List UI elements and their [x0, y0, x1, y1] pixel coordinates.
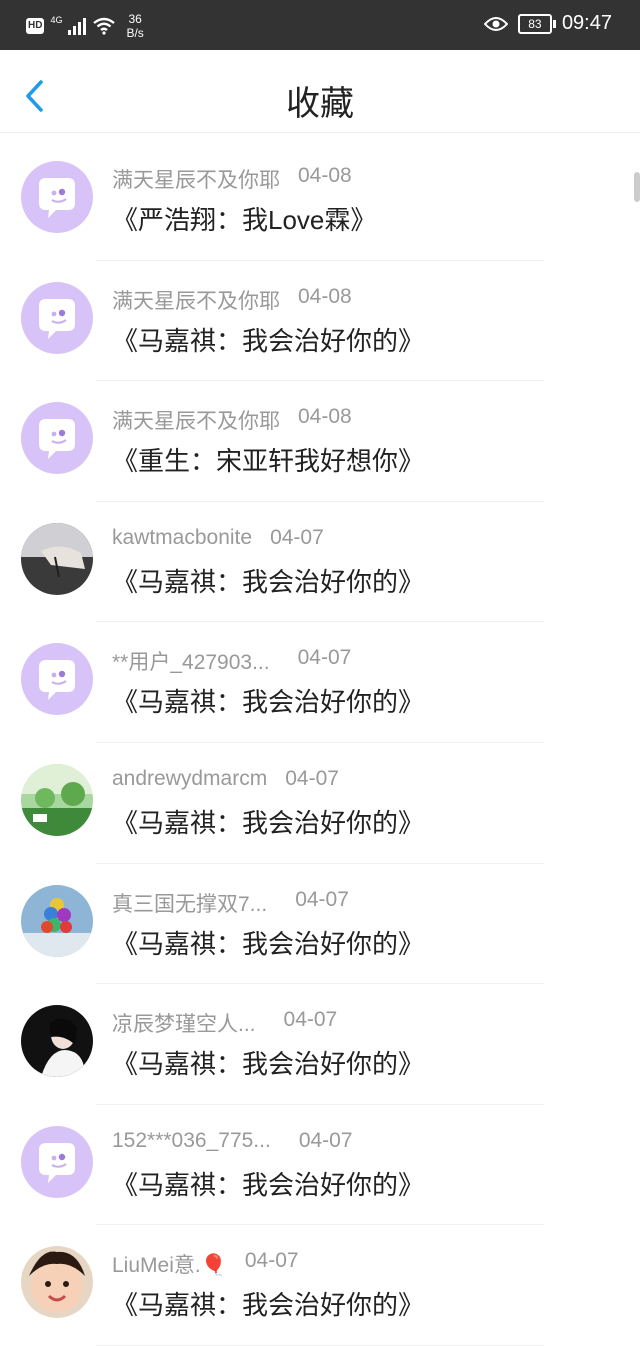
- list-item[interactable]: andrewydmarcm 04-07 《马嘉祺：我会治好你的》: [0, 743, 640, 864]
- hd-badge: HD: [26, 18, 45, 34]
- item-date: 04-07: [298, 1128, 353, 1152]
- user-name[interactable]: kawtmacbonite: [112, 526, 252, 550]
- book-title[interactable]: 《马嘉祺：我会治好你的》: [112, 321, 424, 358]
- avatar[interactable]: [21, 884, 93, 957]
- book-title[interactable]: 《马嘉祺：我会治好你的》: [112, 924, 424, 961]
- item-meta: 真三国无撑双7... 04-07: [112, 888, 349, 918]
- scrollbar[interactable]: [634, 172, 640, 202]
- user-name[interactable]: 满天星辰不及你耶: [112, 405, 280, 435]
- avatar[interactable]: [21, 522, 93, 595]
- user-name[interactable]: 满天星辰不及你耶: [112, 285, 280, 315]
- speed-value: 36: [128, 12, 142, 26]
- item-meta: LiuMei意.🎈 04-07: [112, 1249, 299, 1279]
- item-meta: andrewydmarcm 04-07: [112, 767, 339, 791]
- list-item[interactable]: 152***036_775... 04-07 《马嘉祺：我会治好你的》: [0, 1105, 640, 1226]
- avatar[interactable]: [21, 1005, 93, 1078]
- item-date: 04-07: [283, 1008, 338, 1032]
- avatar[interactable]: [21, 281, 93, 354]
- avatar[interactable]: [21, 643, 93, 716]
- favorites-list: 满天星辰不及你耶 04-08 《严浩翔：我Love霖》 满天星辰不及你耶 04-08 《马…: [0, 140, 640, 1346]
- book-title[interactable]: 《马嘉祺：我会治好你的》: [112, 1165, 424, 1202]
- speed-unit: B/s: [126, 26, 144, 40]
- nav-header: 收藏: [0, 50, 640, 133]
- list-item[interactable]: 满天星辰不及你耶 04-08 《马嘉祺：我会治好你的》: [0, 261, 640, 382]
- item-meta: 凉辰梦瑾空人... 04-07: [112, 1008, 337, 1038]
- status-left: HD 4G 36 B/s: [26, 12, 144, 40]
- item-meta: kawtmacbonite 04-07: [112, 526, 324, 550]
- book-title[interactable]: 《马嘉祺：我会治好你的》: [112, 1285, 424, 1322]
- item-date: 04-07: [244, 1249, 299, 1273]
- user-name[interactable]: 真三国无撑双7...: [112, 888, 267, 918]
- item-meta: 满天星辰不及你耶 04-08: [112, 405, 352, 435]
- list-item[interactable]: 满天星辰不及你耶 04-08 《严浩翔：我Love霖》: [0, 140, 640, 261]
- clock: 09:47: [561, 12, 612, 34]
- status-right: 83 09:47: [483, 12, 612, 35]
- book-title[interactable]: 《严浩翔：我Love霖》: [112, 200, 376, 237]
- avatar[interactable]: [21, 1125, 93, 1198]
- item-meta: **用户_427903... 04-07: [112, 646, 351, 676]
- avatar[interactable]: [21, 1246, 93, 1319]
- user-name[interactable]: LiuMei意.🎈: [112, 1249, 227, 1279]
- avatar[interactable]: [21, 402, 93, 475]
- page-title: 收藏: [286, 85, 354, 123]
- avatar[interactable]: [21, 763, 93, 836]
- list-item[interactable]: 凉辰梦瑾空人... 04-07 《马嘉祺：我会治好你的》: [0, 984, 640, 1105]
- book-title[interactable]: 《重生：宋亚轩我好想你》: [112, 441, 424, 478]
- list-item[interactable]: 真三国无撑双7... 04-07 《马嘉祺：我会治好你的》: [0, 864, 640, 985]
- signal-icon: [68, 17, 87, 35]
- item-date: 04-08: [298, 284, 352, 308]
- avatar[interactable]: [21, 161, 93, 233]
- battery-icon: 83: [517, 13, 556, 34]
- wifi-icon: [93, 17, 116, 35]
- book-title[interactable]: 《马嘉祺：我会治好你的》: [112, 562, 424, 599]
- user-name[interactable]: 凉辰梦瑾空人...: [112, 1008, 256, 1038]
- item-date: 04-08: [298, 164, 352, 187]
- item-meta: 满天星辰不及你耶 04-08: [112, 164, 352, 194]
- status-bar: HD 4G 36 B/s 83 09:47: [0, 0, 640, 50]
- list-item[interactable]: **用户_427903... 04-07 《马嘉祺：我会治好你的》: [0, 622, 640, 743]
- item-date: 04-07: [285, 766, 339, 790]
- user-name[interactable]: 152***036_775...: [112, 1129, 271, 1153]
- network-speed: 36 B/s: [126, 12, 143, 40]
- book-title[interactable]: 《马嘉祺：我会治好你的》: [112, 803, 424, 840]
- user-name[interactable]: 满天星辰不及你耶: [112, 164, 280, 194]
- eye-icon: [483, 16, 508, 31]
- list-item[interactable]: kawtmacbonite 04-07 《马嘉祺：我会治好你的》: [0, 502, 640, 623]
- item-meta: 152***036_775... 04-07: [112, 1129, 353, 1153]
- user-name[interactable]: **用户_427903...: [112, 646, 270, 676]
- book-title[interactable]: 《马嘉祺：我会治好你的》: [112, 682, 424, 719]
- item-date: 04-07: [270, 525, 324, 549]
- item-date: 04-07: [295, 887, 349, 911]
- network-type: 4G: [50, 15, 63, 25]
- item-meta: 满天星辰不及你耶 04-08: [112, 285, 352, 315]
- item-date: 04-07: [297, 646, 352, 670]
- list-item[interactable]: LiuMei意.🎈 04-07 《马嘉祺：我会治好你的》: [0, 1225, 640, 1346]
- item-date: 04-08: [298, 405, 352, 429]
- book-title[interactable]: 《马嘉祺：我会治好你的》: [112, 1044, 424, 1081]
- list-item[interactable]: 满天星辰不及你耶 04-08 《重生：宋亚轩我好想你》: [0, 381, 640, 502]
- user-name[interactable]: andrewydmarcm: [112, 767, 267, 791]
